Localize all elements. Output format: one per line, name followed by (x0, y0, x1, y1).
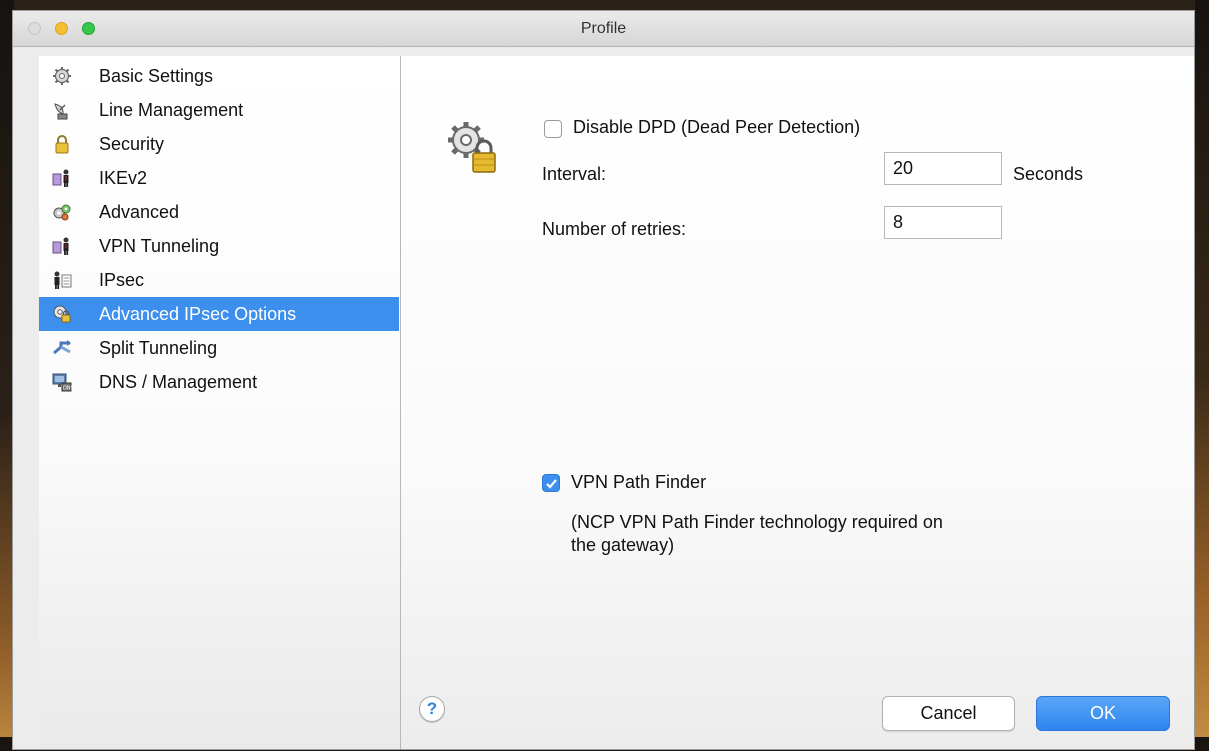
path-finder-note-line2: the gateway) (571, 535, 675, 555)
sidebar-item-label: Advanced IPsec Options (99, 304, 297, 324)
sidebar-item-ipsec[interactable]: IPsec (39, 263, 399, 297)
users-icon (52, 168, 72, 188)
sidebar-item-label: IPsec (99, 270, 145, 290)
sidebar-item-vpn-tunneling[interactable]: VPN Tunneling (39, 229, 399, 263)
settings-panel: Disable DPD (Dead Peer Detection) Interv… (401, 56, 1194, 749)
satellite-dish-icon (52, 100, 72, 120)
interval-label: Interval: (542, 164, 607, 184)
sidebar-item-split-tunneling[interactable]: Split Tunneling (39, 331, 399, 365)
vpn-path-finder-label: VPN Path Finder (571, 472, 707, 492)
sidebar-item-label: DNS / Management (99, 372, 258, 392)
retries-label: Number of retries: (542, 219, 687, 239)
interval-input[interactable] (884, 152, 1002, 185)
sidebar-item-label: Split Tunneling (99, 338, 218, 358)
sidebar-item-basic-settings[interactable]: Basic Settings (39, 59, 399, 93)
gears-icon (52, 202, 72, 222)
path-finder-note-line1: (NCP VPN Path Finder technology required… (571, 512, 943, 532)
cancel-button[interactable]: Cancel (882, 696, 1015, 731)
interval-unit-label: Seconds (1013, 164, 1084, 184)
checkmark-icon (546, 479, 557, 489)
window-title: Profile (580, 20, 627, 37)
sidebar-item-security[interactable]: Security (39, 127, 399, 161)
gear-lock-icon (52, 304, 72, 324)
sidebar: Basic Settings Line Management Security … (39, 56, 401, 749)
svg-text:DNS: DNS (63, 386, 72, 392)
sidebar-item-line-management[interactable]: Line Management (39, 93, 399, 127)
sidebar-item-advanced-ipsec-options[interactable]: Advanced IPsec Options (39, 297, 399, 331)
network-dns-icon: DNS (52, 372, 74, 392)
person-document-icon (52, 270, 72, 290)
vpn-path-finder-checkbox[interactable] (542, 474, 560, 492)
sidebar-item-label: Security (99, 134, 165, 154)
gear-icon (52, 66, 72, 86)
disable-dpd-checkbox[interactable] (544, 120, 562, 138)
sidebar-item-label: IKEv2 (99, 168, 148, 188)
sidebar-item-label: Basic Settings (99, 66, 214, 86)
users-icon (52, 236, 72, 256)
ok-button[interactable]: OK (1036, 696, 1170, 731)
padlock-icon (52, 134, 72, 154)
desktop-background-right (1195, 0, 1209, 751)
disable-dpd-label: Disable DPD (Dead Peer Detection) (573, 117, 861, 137)
gear-lock-icon (444, 118, 504, 178)
sidebar-item-dns-management[interactable]: DNS DNS / Management (39, 365, 399, 399)
sidebar-item-ikev2[interactable]: IKEv2 (39, 161, 399, 195)
sidebar-item-label: VPN Tunneling (99, 236, 220, 256)
retries-input[interactable] (884, 206, 1002, 239)
help-button[interactable]: ? (419, 696, 445, 722)
sidebar-item-label: Advanced (99, 202, 180, 222)
sidebar-item-advanced[interactable]: Advanced (39, 195, 399, 229)
profile-window: Profile Basic Settings Line Management S… (12, 10, 1195, 750)
split-arrows-icon (52, 338, 72, 358)
title-bar[interactable]: Profile (13, 11, 1194, 47)
sidebar-item-label: Line Management (99, 100, 244, 120)
